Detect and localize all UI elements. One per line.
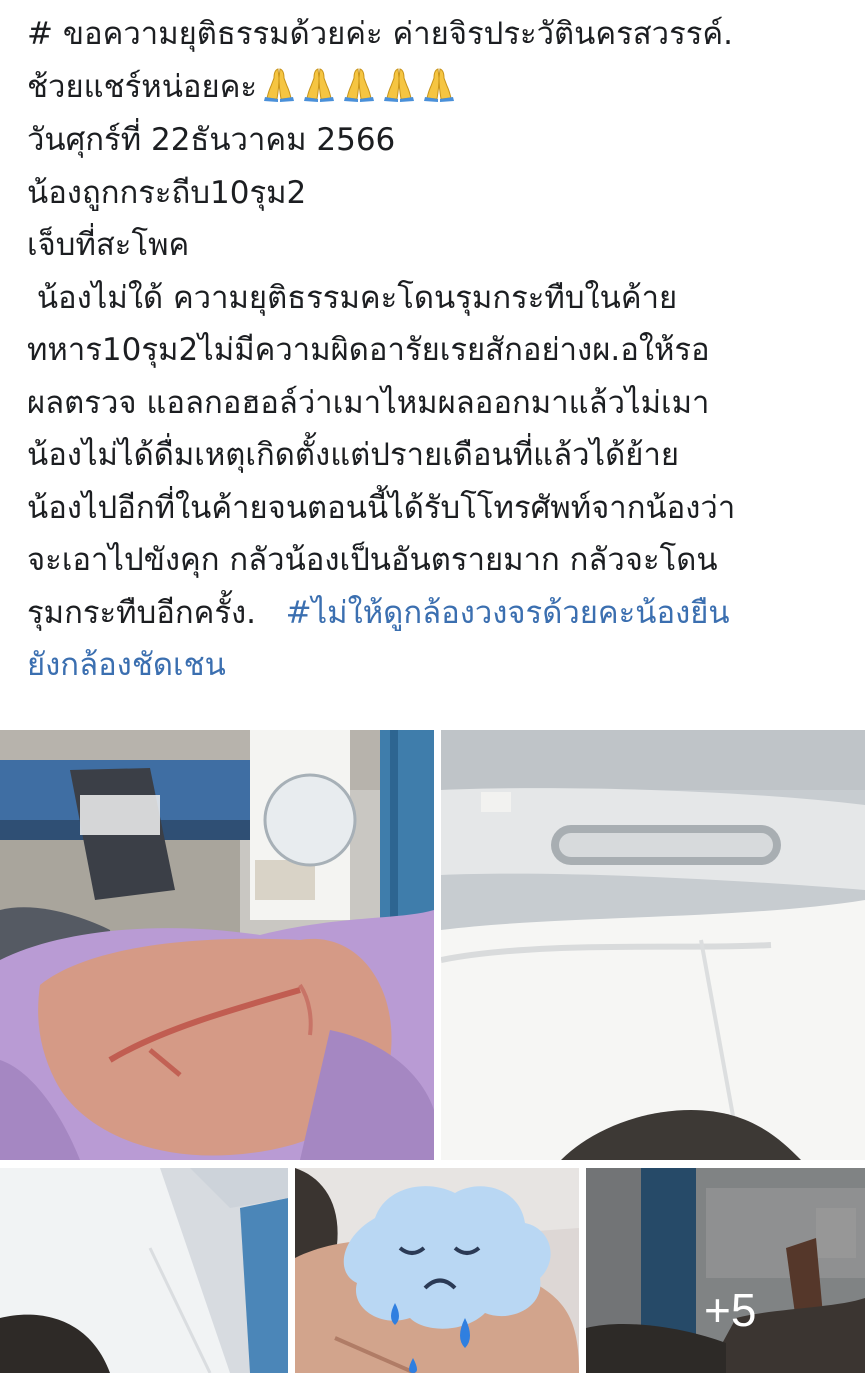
post-line-12: รุมกระทืบอีกครั้ง. #ไม่ให้ดูกล้องวงจรด้ว… [27,587,857,640]
post-line-7: ทหาร10รุม2ไม่มีความผิดอารัยเรยสักอย่างผ.… [27,332,710,369]
photo-injury-hip[interactable] [0,730,434,1160]
more-photos-overlay[interactable]: +5 [586,1168,865,1373]
hashtag-link[interactable]: #ไม่ให้ดูกล้องวงจรด้วยคะน้องยืน [286,595,730,631]
post-line-title: # ขอความยุติธรรมด้วยค่ะ ค่ายจิรประวัตินค… [27,16,733,52]
folded-hands-icon [384,68,415,102]
hashtag-link-continued[interactable]: ยังกล้องชัดเชน [27,639,857,692]
photo-face-sticker-image [295,1168,579,1373]
post-line-8: ผลตรวจ แอลกอฮอล์ว่าเมาไหมผลออกมาแล้วไม่เ… [27,384,710,421]
post-line-share-request: ช้วยแชร์หน่อยคะ [27,61,857,115]
post-line-11: จะเอาไปขังคุก กลัวน้องเป็นอันตรายมาก กลั… [27,542,718,579]
photo-face-sticker[interactable] [295,1168,579,1373]
more-photos-count: +5 [704,1284,757,1336]
photo-hospital-bed-image [441,730,865,1160]
post-line-6: น้องไม่ใด้ ความยุติธรรมคะโดนรุมกระทืบในค… [27,279,678,316]
post-line-12-text: รุมกระทืบอีกครั้ง. [27,594,257,631]
post-text: # ขอความยุติธรรมด้วยค่ะ ค่ายจิรประวัตินค… [27,8,857,692]
photo-hospital-bed[interactable] [441,730,865,1160]
post-line-date: วันศุกร์ที่ 22ธันวาคม 2566 [27,122,396,159]
share-request-text: ช้วยแชร์หน่อยคะ [27,68,258,105]
photo-more[interactable]: +5 [586,1168,865,1373]
prayer-emoji-row [261,62,461,115]
photo-injury-hip-image [0,730,434,1160]
post-line-10: น้องไปอีกที่ในค้ายจนตอนนี้ได้รับโโทรศัพท… [27,489,736,526]
folded-hands-icon [304,68,335,102]
post-line-9: น้องไม่ได้ดื่มเหตุเกิดตั้งแต่ปรายเดือนที… [27,437,680,474]
post-line-4: น้องถูกกระถีบ10รุม2 [27,174,307,211]
photo-grid: +5 [0,730,865,1373]
photo-pillow-head[interactable] [0,1168,288,1373]
photo-pillow-head-image [0,1168,288,1373]
folded-hands-icon [264,68,295,102]
folded-hands-icon [344,68,375,102]
post-line-5: เจ็บที่สะโพค [27,227,190,264]
folded-hands-icon [424,68,455,102]
